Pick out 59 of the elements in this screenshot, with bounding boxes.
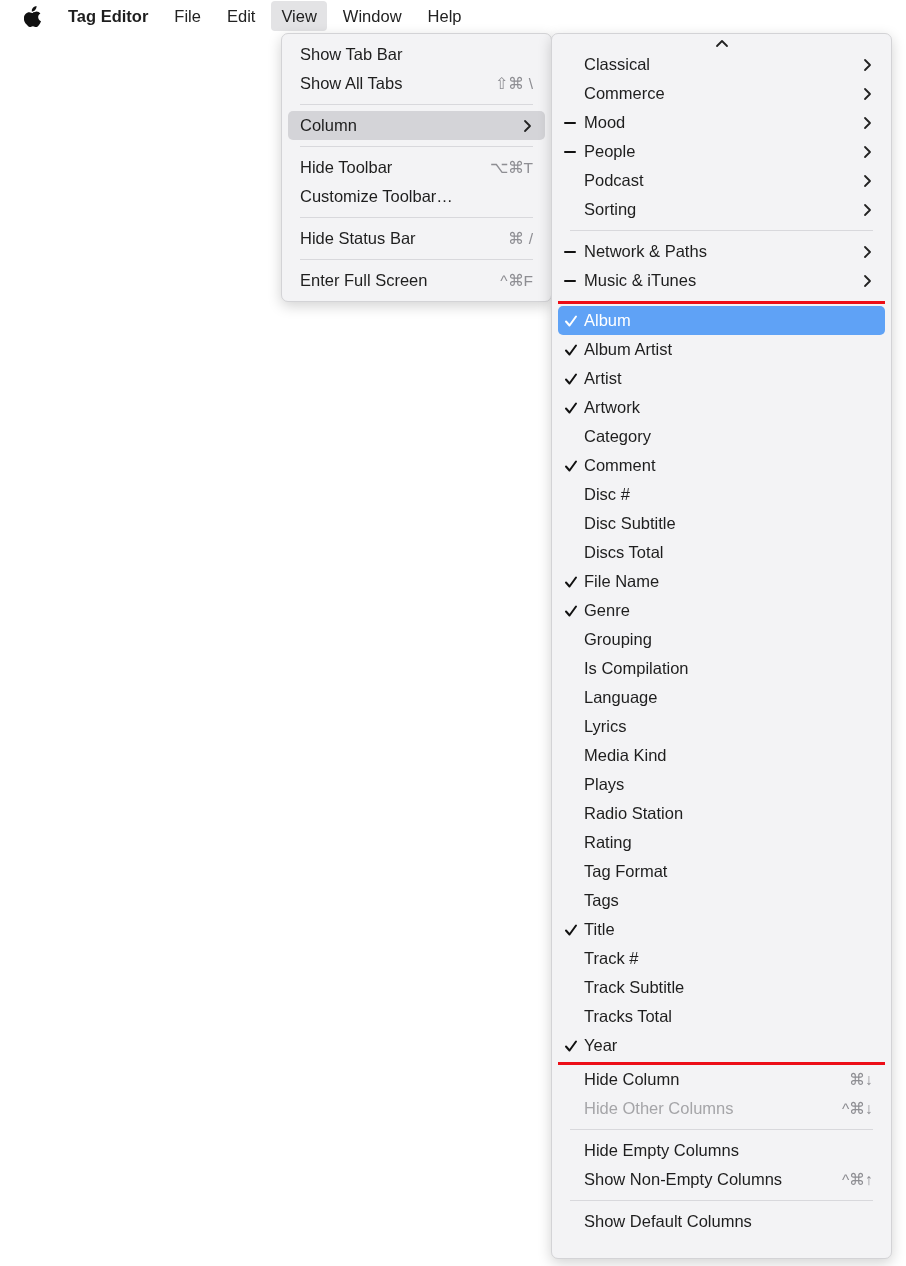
menu-item[interactable]: Comment xyxy=(558,451,885,480)
menu-item[interactable]: Rating xyxy=(558,828,885,857)
shortcut-label: ^⌘↑ xyxy=(841,1169,873,1190)
menu-item[interactable]: Genre xyxy=(558,596,885,625)
menu-item[interactable]: Hide Empty Columns xyxy=(558,1136,885,1165)
menu-bar-item[interactable]: File xyxy=(164,0,211,32)
menu-item[interactable]: Tag Format xyxy=(558,857,885,886)
menu-item[interactable]: File Name xyxy=(558,567,885,596)
menu-item[interactable]: Classical xyxy=(558,50,885,79)
menu-item[interactable]: Category xyxy=(558,422,885,451)
menu-item[interactable]: Language xyxy=(558,683,885,712)
menu-item[interactable]: Podcast xyxy=(558,166,885,195)
menu-item[interactable]: Hide Column ⌘↓ xyxy=(558,1065,885,1094)
shortcut-label: ⌘↓ xyxy=(849,1069,873,1090)
menu-item[interactable]: Year xyxy=(558,1031,885,1060)
menu-item[interactable]: Sorting xyxy=(558,195,885,224)
menu-item[interactable]: Media Kind xyxy=(558,741,885,770)
shortcut-label: ^⌘F xyxy=(500,270,533,291)
menu-item[interactable]: Disc Subtitle xyxy=(558,509,885,538)
menu-item[interactable]: Artwork xyxy=(558,393,885,422)
menu-item[interactable]: Grouping xyxy=(558,625,885,654)
menu-item[interactable]: Show Non-Empty Columns ^⌘↑ xyxy=(558,1165,885,1194)
menu-item[interactable]: Tags xyxy=(558,886,885,915)
menu-item[interactable]: Column xyxy=(288,111,545,140)
shortcut-label: ^⌘↓ xyxy=(841,1098,873,1119)
menu-item[interactable]: Music & iTunes xyxy=(558,266,885,295)
menu-item[interactable]: Artist xyxy=(558,364,885,393)
menu-item[interactable]: Show Default Columns xyxy=(558,1207,885,1236)
menu-bar-item[interactable]: Edit xyxy=(216,0,266,32)
menu-item[interactable]: Network & Paths xyxy=(558,237,885,266)
menu-item[interactable]: Album Artist xyxy=(558,335,885,364)
menu-bar-item[interactable]: View xyxy=(271,0,327,32)
menu-item[interactable]: Customize Toolbar… xyxy=(288,182,545,211)
shortcut-label: ⇧⌘ \ xyxy=(495,73,533,94)
app-name[interactable]: Tag Editor xyxy=(68,3,149,29)
menu-item[interactable]: Lyrics xyxy=(558,712,885,741)
menu-item[interactable]: Enter Full Screen ^⌘F xyxy=(288,266,545,295)
menu-item[interactable]: Tracks Total xyxy=(558,1002,885,1031)
menu-item[interactable]: Discs Total xyxy=(558,538,885,567)
menu-item[interactable]: Is Compilation xyxy=(558,654,885,683)
menu-item[interactable]: Commerce xyxy=(558,79,885,108)
menu-item[interactable]: Show All Tabs ⇧⌘ \ xyxy=(288,69,545,98)
menu-bar-item[interactable]: Window xyxy=(332,0,412,32)
menu-item[interactable]: Show Tab Bar xyxy=(288,40,545,69)
menu-item[interactable]: Mood xyxy=(558,108,885,137)
menu-item[interactable]: Hide Toolbar ⌥⌘T xyxy=(288,153,545,182)
menu-item[interactable]: Track # xyxy=(558,944,885,973)
menu-item[interactable]: Plays xyxy=(558,770,885,799)
scroll-up-icon xyxy=(714,39,729,48)
shortcut-label: ⌘ / xyxy=(508,228,533,249)
menu-item[interactable]: Disc # xyxy=(558,480,885,509)
menu-item[interactable]: Title xyxy=(558,915,885,944)
menu-item[interactable]: Hide Status Bar ⌘ / xyxy=(288,224,545,253)
apple-icon[interactable] xyxy=(24,5,42,27)
menu-item[interactable]: Radio Station xyxy=(558,799,885,828)
menu-bar-item[interactable]: Help xyxy=(417,0,472,32)
menu-item[interactable]: Track Subtitle xyxy=(558,973,885,1002)
menu-item[interactable]: People xyxy=(558,137,885,166)
shortcut-label: ⌥⌘T xyxy=(489,157,533,178)
